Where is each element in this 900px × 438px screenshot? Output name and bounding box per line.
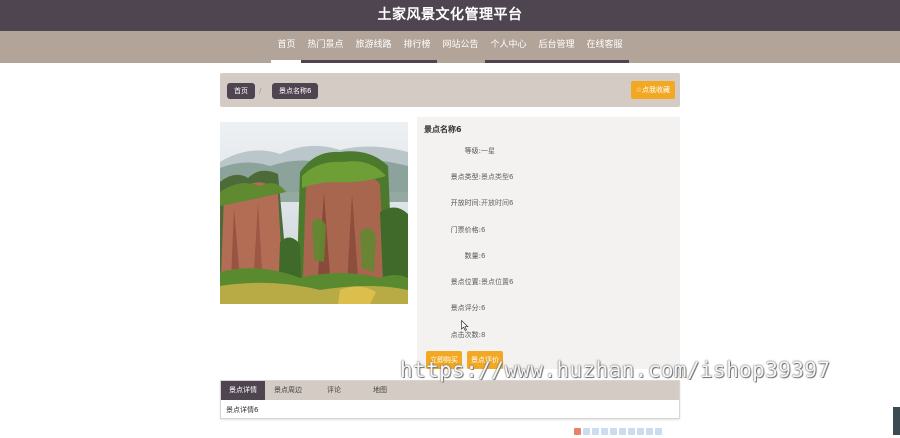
field-quantity: 数量: 6 bbox=[464, 252, 486, 260]
tab-map[interactable]: 地图 bbox=[357, 381, 403, 400]
nav-hot-scenic[interactable]: 热门景点 bbox=[301, 31, 350, 63]
toolbar-tool-icon[interactable] bbox=[628, 428, 635, 435]
field-ticket-price: 门票价格: 6 bbox=[450, 226, 486, 234]
nav-admin[interactable]: 后台管理 bbox=[532, 31, 581, 63]
detail-tabs: 景点详情 景点周边 评论 地图 景点详情6 bbox=[220, 380, 680, 419]
favorite-button[interactable]: ☆点我收藏 bbox=[630, 81, 675, 99]
scenic-title: 景点名称6 bbox=[424, 125, 462, 134]
nav-ranking[interactable]: 排行榜 bbox=[397, 31, 437, 63]
field-location: 景点位置: 景点位置6 bbox=[450, 278, 514, 286]
field-rating: 景点评分: 6 bbox=[450, 304, 486, 312]
toolbar-tool-icon[interactable] bbox=[655, 428, 662, 435]
breadcrumb-current: 景点名称6 bbox=[272, 83, 319, 99]
field-level: 等级: 一星 bbox=[464, 147, 495, 155]
toolbar-tool-icon[interactable] bbox=[637, 428, 644, 435]
toolbar-tool-icon[interactable] bbox=[619, 428, 626, 435]
field-click-count: 点击次数: 8 bbox=[450, 331, 486, 339]
tab-content: 景点详情6 bbox=[226, 406, 259, 414]
nav-announcements[interactable]: 网站公告 bbox=[437, 31, 485, 63]
site-title: 土家风景文化管理平台 bbox=[377, 7, 523, 23]
toolbar-tool-icon[interactable] bbox=[646, 428, 653, 435]
main-nav: 首页 热门景点 旅游线路 排行榜 网站公告 个人中心 后台管理 在线客服 bbox=[0, 31, 900, 63]
tab-nearby[interactable]: 景点周边 bbox=[265, 381, 311, 400]
breadcrumb-separator: / bbox=[259, 87, 262, 95]
site-header: 土家风景文化管理平台 bbox=[0, 0, 900, 31]
breadcrumb-home[interactable]: 首页 bbox=[227, 83, 255, 99]
nav-personal-center[interactable]: 个人中心 bbox=[484, 31, 533, 63]
mouse-cursor-icon bbox=[461, 320, 469, 331]
side-float-button[interactable] bbox=[893, 407, 900, 435]
scenic-photo bbox=[220, 122, 408, 304]
toolbar-tool-icon[interactable] bbox=[583, 428, 590, 435]
toolbar-tool-icon[interactable] bbox=[601, 428, 608, 435]
nav-online-service[interactable]: 在线客服 bbox=[580, 31, 629, 63]
nav-tour-routes[interactable]: 旅游线路 bbox=[349, 31, 398, 63]
breadcrumb: 首页 / 景点名称6 ☆点我收藏 bbox=[220, 73, 680, 107]
watermark-text: https://www.huzhan.com/ishop39397 bbox=[400, 358, 831, 382]
toolbar-logo-icon[interactable] bbox=[574, 428, 581, 435]
scenic-detail-panel: 景点名称6 等级: 一星 景点类型: 景点类型6 开放时间: 开放时间6 门票价… bbox=[417, 117, 680, 369]
field-type: 景点类型: 景点类型6 bbox=[450, 173, 514, 181]
mini-toolbar bbox=[574, 428, 662, 436]
toolbar-tool-icon[interactable] bbox=[592, 428, 599, 435]
nav-home[interactable]: 首页 bbox=[271, 31, 302, 63]
tab-scenic-detail[interactable]: 景点详情 bbox=[221, 381, 265, 400]
tab-strip: 景点详情 景点周边 评论 地图 bbox=[221, 381, 679, 400]
field-open-time: 开放时间: 开放时间6 bbox=[450, 199, 514, 207]
tab-comments[interactable]: 评论 bbox=[311, 381, 357, 400]
toolbar-tool-icon[interactable] bbox=[610, 428, 617, 435]
